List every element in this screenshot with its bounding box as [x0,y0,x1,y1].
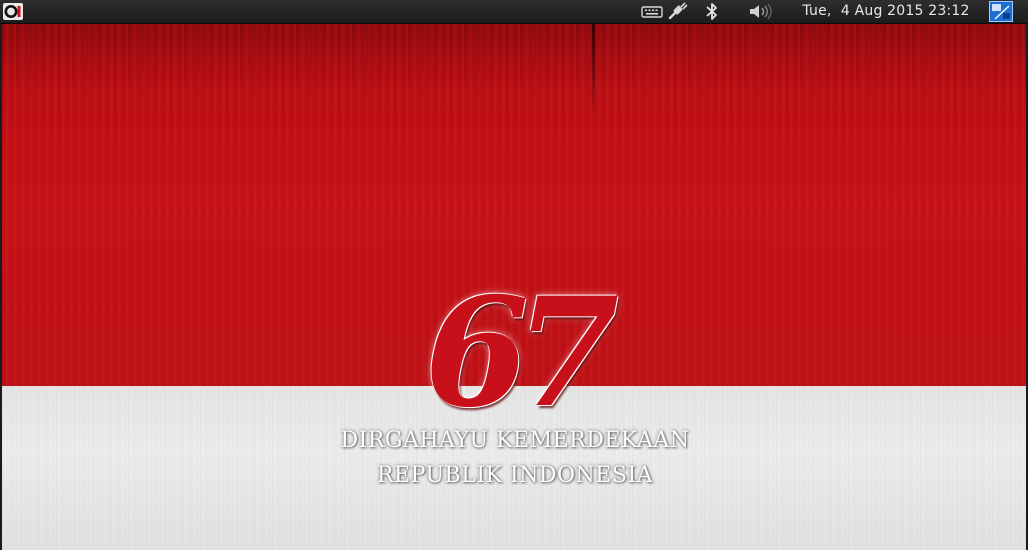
user-menu-icon [989,1,1013,22]
flag-texture [2,23,1026,143]
bluetooth-icon[interactable] [703,2,721,21]
network-cable-icon[interactable] [666,2,688,21]
tagline-line-1: DIRGAHAYU KEMERDEKAAN [340,428,690,453]
anniversary-number: 67 [424,265,620,441]
tagline-line-2: REPUBLIK INDONESIA [376,463,654,488]
distro-logo-icon [3,3,23,20]
desktop: Tue, 4 Aug 2015 23:12 67 DIRGAHAYU KEMER… [0,0,1028,550]
keyboard-icon[interactable] [641,2,663,21]
clock[interactable]: Tue, 4 Aug 2015 23:12 [784,0,988,23]
flag-seam [592,23,595,118]
user-menu-button[interactable] [989,1,1013,22]
screen-edge-left [0,23,2,550]
top-panel: Tue, 4 Aug 2015 23:12 [0,0,1028,24]
volume-icon[interactable] [748,2,774,21]
activities-button[interactable] [3,3,23,20]
desktop-wallpaper: 67 DIRGAHAYU KEMERDEKAAN REPUBLIK INDONE… [0,23,1028,550]
